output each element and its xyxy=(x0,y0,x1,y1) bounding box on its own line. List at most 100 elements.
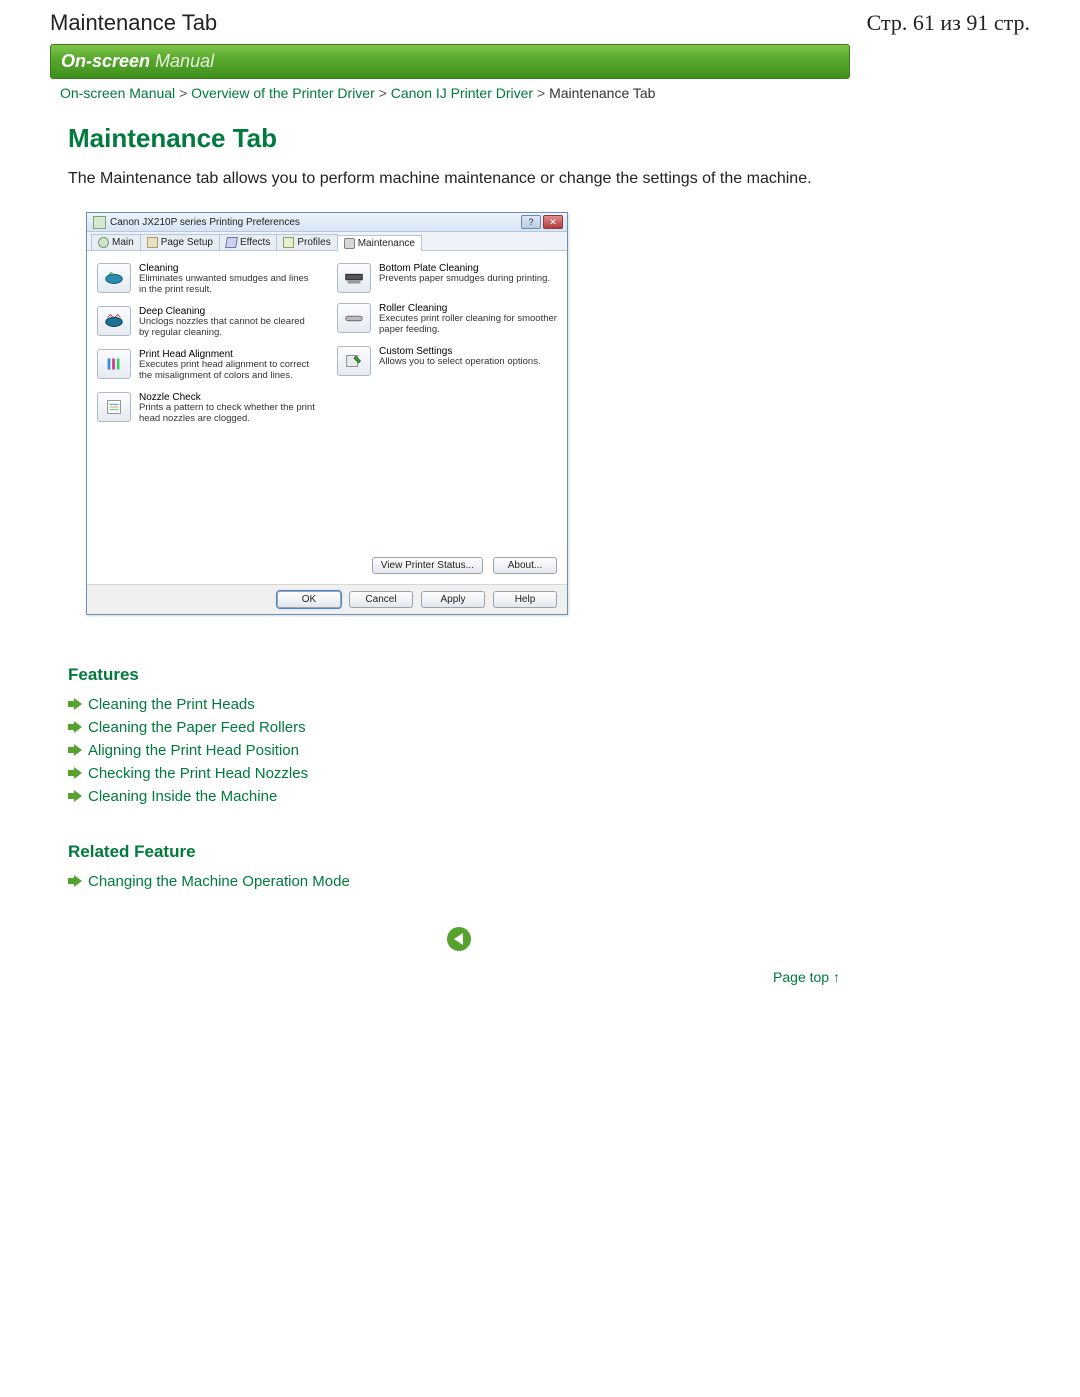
feature-link[interactable]: Checking the Print Head Nozzles xyxy=(88,765,308,782)
page-top-label: Page top xyxy=(773,969,829,985)
related-list: Changing the Machine Operation Mode xyxy=(68,870,850,893)
dialog-spacer xyxy=(87,433,567,553)
features-list: Cleaning the Print Heads Cleaning the Pa… xyxy=(68,693,850,808)
intro-text: The Maintenance tab allows you to perfor… xyxy=(68,168,850,190)
breadcrumb-link-1[interactable]: Overview of the Printer Driver xyxy=(191,85,375,101)
dialog-mid-buttons: View Printer Status... About... xyxy=(87,553,567,584)
tab-label: Profiles xyxy=(297,237,330,248)
breadcrumb-sep: > xyxy=(537,85,545,101)
close-window-button[interactable]: ✕ xyxy=(543,215,563,229)
maint-desc: Executes print roller cleaning for smoot… xyxy=(379,314,557,336)
banner-bold: On-screen xyxy=(61,51,150,71)
nozzle-check-icon xyxy=(97,392,131,422)
cancel-button[interactable]: Cancel xyxy=(349,591,413,608)
arrow-icon xyxy=(68,790,82,802)
maint-desc: Unclogs nozzles that cannot be cleared b… xyxy=(139,317,317,339)
tab-profiles[interactable]: Profiles xyxy=(276,234,337,250)
header-left: Maintenance Tab xyxy=(50,10,217,36)
ok-button[interactable]: OK xyxy=(277,591,341,608)
prev-arrow-icon xyxy=(454,933,463,945)
tab-main[interactable]: Main xyxy=(91,234,141,250)
feature-link[interactable]: Cleaning the Paper Feed Rollers xyxy=(88,719,306,736)
breadcrumb-link-2[interactable]: Canon IJ Printer Driver xyxy=(391,85,533,101)
breadcrumb-link-0[interactable]: On-screen Manual xyxy=(60,85,175,101)
tab-profiles-icon xyxy=(283,237,294,248)
maint-desc: Eliminates unwanted smudges and lines in… xyxy=(139,274,317,296)
feature-link[interactable]: Aligning the Print Head Position xyxy=(88,742,299,759)
list-item: Aligning the Print Head Position xyxy=(68,739,850,762)
breadcrumb-sep: > xyxy=(379,85,387,101)
maint-cleaning[interactable]: CleaningEliminates unwanted smudges and … xyxy=(97,263,317,296)
header-right: Стр. 61 из 91 стр. xyxy=(867,10,1030,36)
feature-link[interactable]: Cleaning the Print Heads xyxy=(88,696,255,713)
up-arrow-icon: ↑ xyxy=(833,969,840,985)
tab-label: Effects xyxy=(240,237,270,248)
prev-page-button[interactable] xyxy=(447,927,471,951)
tab-effects-icon xyxy=(225,237,238,248)
page-title: Maintenance Tab xyxy=(68,123,850,154)
arrow-icon xyxy=(68,875,82,887)
arrow-icon xyxy=(68,721,82,733)
list-item: Checking the Print Head Nozzles xyxy=(68,762,850,785)
list-item: Cleaning the Paper Feed Rollers xyxy=(68,716,850,739)
feature-link[interactable]: Cleaning Inside the Machine xyxy=(88,788,277,805)
list-item: Cleaning the Print Heads xyxy=(68,693,850,716)
tab-effects[interactable]: Effects xyxy=(219,234,277,250)
printing-preferences-dialog: Canon JX210P series Printing Preferences… xyxy=(86,212,568,614)
dialog-tabstrip: Main Page Setup Effects Profiles Mainten… xyxy=(87,232,567,251)
window-icon xyxy=(93,216,106,229)
dialog-footer: OK Cancel Apply Help xyxy=(87,584,567,614)
tab-page-setup[interactable]: Page Setup xyxy=(140,234,220,250)
features-heading: Features xyxy=(68,665,850,685)
related-link[interactable]: Changing the Machine Operation Mode xyxy=(88,873,350,890)
alignment-icon xyxy=(97,349,131,379)
arrow-icon xyxy=(68,767,82,779)
help-button[interactable]: Help xyxy=(493,591,557,608)
tab-label: Page Setup xyxy=(161,237,213,248)
about-button[interactable]: About... xyxy=(493,557,557,574)
help-window-button[interactable]: ? xyxy=(521,215,541,229)
tab-page-setup-icon xyxy=(147,237,158,248)
maintenance-right-column: Bottom Plate CleaningPrevents paper smud… xyxy=(337,263,557,424)
custom-settings-icon xyxy=(337,346,371,376)
bottom-plate-icon xyxy=(337,263,371,293)
maint-desc: Executes print head alignment to correct… xyxy=(139,360,317,382)
breadcrumb-current: Maintenance Tab xyxy=(549,85,655,101)
list-item: Changing the Machine Operation Mode xyxy=(68,870,850,893)
page-header: Maintenance Tab Стр. 61 из 91 стр. xyxy=(0,0,1080,44)
tab-label: Maintenance xyxy=(358,238,415,249)
tab-label: Main xyxy=(112,237,134,248)
maint-desc: Prints a pattern to check whether the pr… xyxy=(139,403,317,425)
maintenance-left-column: CleaningEliminates unwanted smudges and … xyxy=(97,263,317,424)
dialog-body: CleaningEliminates unwanted smudges and … xyxy=(87,251,567,432)
list-item: Cleaning Inside the Machine xyxy=(68,785,850,808)
maint-bottom-plate[interactable]: Bottom Plate CleaningPrevents paper smud… xyxy=(337,263,557,293)
arrow-icon xyxy=(68,698,82,710)
nav-previous xyxy=(68,927,850,951)
roller-icon xyxy=(337,303,371,333)
tab-maintenance-icon xyxy=(344,238,355,249)
banner-light: Manual xyxy=(150,51,214,71)
maint-nozzle-check[interactable]: Nozzle CheckPrints a pattern to check wh… xyxy=(97,392,317,425)
maint-custom-settings[interactable]: Custom SettingsAllows you to select oper… xyxy=(337,346,557,376)
maint-head-alignment[interactable]: Print Head AlignmentExecutes print head … xyxy=(97,349,317,382)
view-printer-status-button[interactable]: View Printer Status... xyxy=(372,557,483,574)
related-heading: Related Feature xyxy=(68,842,850,862)
deep-cleaning-icon xyxy=(97,306,131,336)
maint-roller-cleaning[interactable]: Roller CleaningExecutes print roller cle… xyxy=(337,303,557,336)
page-top-link[interactable]: Page top ↑ xyxy=(773,969,840,985)
breadcrumb: On-screen Manual > Overview of the Print… xyxy=(50,79,1030,113)
maint-desc: Allows you to select operation options. xyxy=(379,357,541,368)
dialog-titlebar: Canon JX210P series Printing Preferences… xyxy=(87,213,567,232)
maint-deep-cleaning[interactable]: Deep CleaningUnclogs nozzles that cannot… xyxy=(97,306,317,339)
apply-button[interactable]: Apply xyxy=(421,591,485,608)
maint-desc: Prevents paper smudges during printing. xyxy=(379,274,550,285)
manual-banner: On-screen Manual xyxy=(50,44,850,79)
arrow-icon xyxy=(68,744,82,756)
page-top-link-wrap: Page top ↑ xyxy=(68,969,850,986)
breadcrumb-sep: > xyxy=(179,85,187,101)
dialog-title: Canon JX210P series Printing Preferences xyxy=(110,217,300,228)
cleaning-icon xyxy=(97,263,131,293)
tab-maintenance[interactable]: Maintenance xyxy=(337,235,422,251)
tab-main-icon xyxy=(98,237,109,248)
